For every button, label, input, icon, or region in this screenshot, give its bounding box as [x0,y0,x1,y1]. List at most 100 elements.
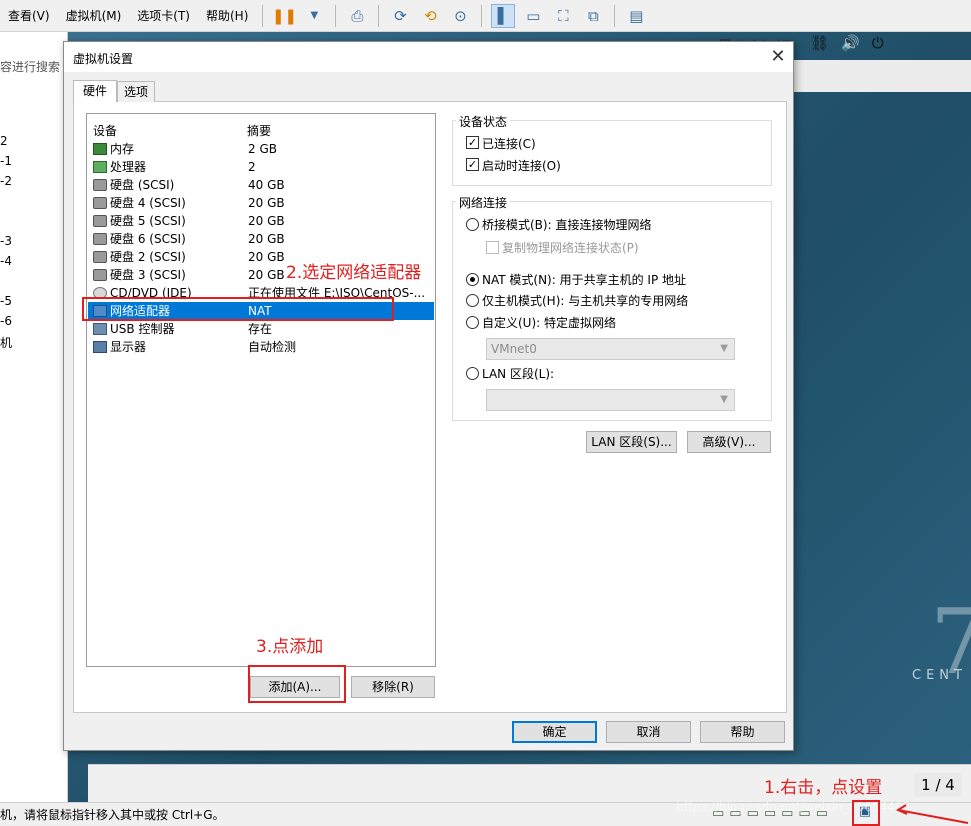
device-row[interactable]: 硬盘 4 (SCSI) 20 GB [88,194,434,212]
menu-vm[interactable]: 虚拟机(M) [58,0,130,32]
device-name: 硬盘 4 (SCSI) [110,196,186,210]
menu-help[interactable]: 帮助(H) [198,0,256,32]
annotation-step2: 2.选定网络适配器 [286,263,422,283]
custom-network-value: VMnet0 [491,342,537,356]
network-tray-icon[interactable]: ⛓ [810,34,841,52]
tab-options[interactable]: 选项 [117,81,155,102]
toolbar-separator [378,4,380,27]
library-item[interactable]: 2 [0,134,8,148]
power-icon[interactable]: ⏻ [872,34,896,52]
tab-hardware[interactable]: 硬件 [73,80,117,102]
pause-icon[interactable]: ❚❚ [272,4,297,28]
nat-label[interactable]: NAT 模式(N): 用于共享主机的 IP 地址 [482,271,686,288]
host-only-label[interactable]: 仅主机模式(H): 与主机共享的专用网络 [482,292,688,309]
dialog-titlebar: 虚拟机设置 ✕ [64,42,793,72]
connect-at-power-on-label[interactable]: 启动时连接(O) [482,157,561,174]
dialog-title: 虚拟机设置 [73,52,134,66]
device-column-header[interactable]: 设备 [93,122,117,139]
device-row[interactable]: 处理器 2 [88,158,434,176]
view-options-icon[interactable]: ▤ [624,4,648,28]
guest-system-tray[interactable]: ⛓🔊⏻ [810,34,896,52]
help-button[interactable]: 帮助 [700,721,785,743]
library-view-icon[interactable]: ▌ [491,3,516,28]
library-item[interactable]: -2 [0,174,12,188]
annotation-box-network-status [852,800,880,826]
take-snapshot-icon[interactable]: ⟳ [388,4,412,28]
cancel-button[interactable]: 取消 [606,721,691,743]
disk-icon [93,251,107,263]
memory-icon [93,143,107,155]
annotation-arrow-icon [895,804,969,824]
device-name: 硬盘 5 (SCSI) [110,214,186,228]
replicate-state-checkbox[interactable] [486,241,499,254]
custom-label[interactable]: 自定义(U): 特定虚拟网络 [482,314,616,331]
device-summary: 20 GB [248,196,285,210]
device-name: 硬盘 (SCSI) [110,178,175,192]
device-name: USB 控制器 [110,322,175,336]
ok-button[interactable]: 确定 [512,721,597,743]
device-summary: 40 GB [248,178,285,192]
chevron-down-icon[interactable]: ▼ [302,4,326,28]
menu-view[interactable]: 查看(V) [0,0,58,32]
bridged-label[interactable]: 桥接模式(B): 直接连接物理网络 [482,216,651,233]
close-icon[interactable]: ✕ [766,45,790,69]
status-text: 机，请将鼠标指针移入其中或按 Ctrl+G。 [0,808,225,822]
fullscreen-icon[interactable]: ⛶ [551,4,575,28]
remove-button[interactable]: 移除(R) [351,676,435,698]
device-summary: 20 GB [248,268,285,282]
toolbar-separator [481,4,483,27]
host-only-radio[interactable] [466,294,479,307]
send-ctrl-alt-del-icon[interactable]: ⎙ [345,4,369,28]
device-summary: 自动检测 [248,340,297,354]
device-summary: 20 GB [248,250,285,264]
snapshot-manager-icon[interactable]: ⊙ [448,4,472,28]
connected-checkbox[interactable]: ✓ [466,136,479,149]
bridged-radio[interactable] [466,218,479,231]
volume-icon[interactable]: 🔊 [841,34,872,52]
library-item[interactable]: -6 [0,314,12,328]
annotation-step3: 3.点添加 [256,637,324,657]
library-item[interactable]: -4 [0,254,12,268]
device-name: 硬盘 3 (SCSI) [110,268,186,282]
advanced-button[interactable]: 高级(V)... [687,431,771,453]
library-item[interactable]: -1 [0,154,12,168]
custom-network-select[interactable]: VMnet0 ▼ [486,338,735,360]
lan-segment-radio[interactable] [466,367,479,380]
revert-snapshot-icon[interactable]: ⟲ [418,4,442,28]
device-name: 硬盘 6 (SCSI) [110,232,186,246]
nat-radio[interactable] [466,273,479,286]
device-row[interactable]: 硬盘 6 (SCSI) 20 GB [88,230,434,248]
device-row[interactable]: 硬盘 (SCSI) 40 GB [88,176,434,194]
console-view-icon[interactable]: ▭ [521,4,545,28]
disk-icon [93,179,107,191]
device-row[interactable]: 内存 2 GB [88,140,434,158]
device-list[interactable]: 设备 摘要 内存 2 GB 处理器 2 硬盘 (SCSI) 40 GB 硬盘 4 (SCSI… [86,113,436,667]
lan-segment-select[interactable]: ▼ [486,389,735,411]
summary-column-header[interactable]: 摘要 [247,122,271,139]
network-connection-title: 网络连接 [456,194,511,211]
library-search-input[interactable]: 容进行搜索 [0,58,68,80]
device-name: 硬盘 2 (SCSI) [110,250,186,264]
menu-tabs[interactable]: 选项卡(T) [129,0,198,32]
library-item[interactable]: -5 [0,294,12,308]
toolbar-separator [262,4,264,27]
lan-segments-button[interactable]: LAN 区段(S)... [586,431,677,453]
connect-at-power-on-checkbox[interactable]: ✓ [466,158,479,171]
library-item[interactable]: 机 [0,334,12,351]
replicate-state-label[interactable]: 复制物理网络连接状态(P) [502,239,639,256]
lan-segment-label[interactable]: LAN 区段(L): [482,365,554,382]
device-name: 处理器 [110,160,147,174]
device-name: 内存 [110,142,135,156]
library-item[interactable]: -3 [0,234,12,248]
connected-label[interactable]: 已连接(C) [482,135,536,152]
unity-icon[interactable]: ⧉ [581,4,605,28]
device-row[interactable]: USB 控制器 存在 [88,320,434,338]
disk-icon [93,233,107,245]
device-summary: 2 GB [248,142,277,156]
device-row[interactable]: 硬盘 5 (SCSI) 20 GB [88,212,434,230]
custom-radio[interactable] [466,316,479,329]
chevron-down-icon: ▼ [720,343,728,354]
toolbar-separator [614,4,616,27]
library-panel: 容进行搜索 2 -1 -2 -3 -4 -5 -6 机 [0,32,68,802]
device-row[interactable]: 显示器 自动检测 [88,338,434,356]
